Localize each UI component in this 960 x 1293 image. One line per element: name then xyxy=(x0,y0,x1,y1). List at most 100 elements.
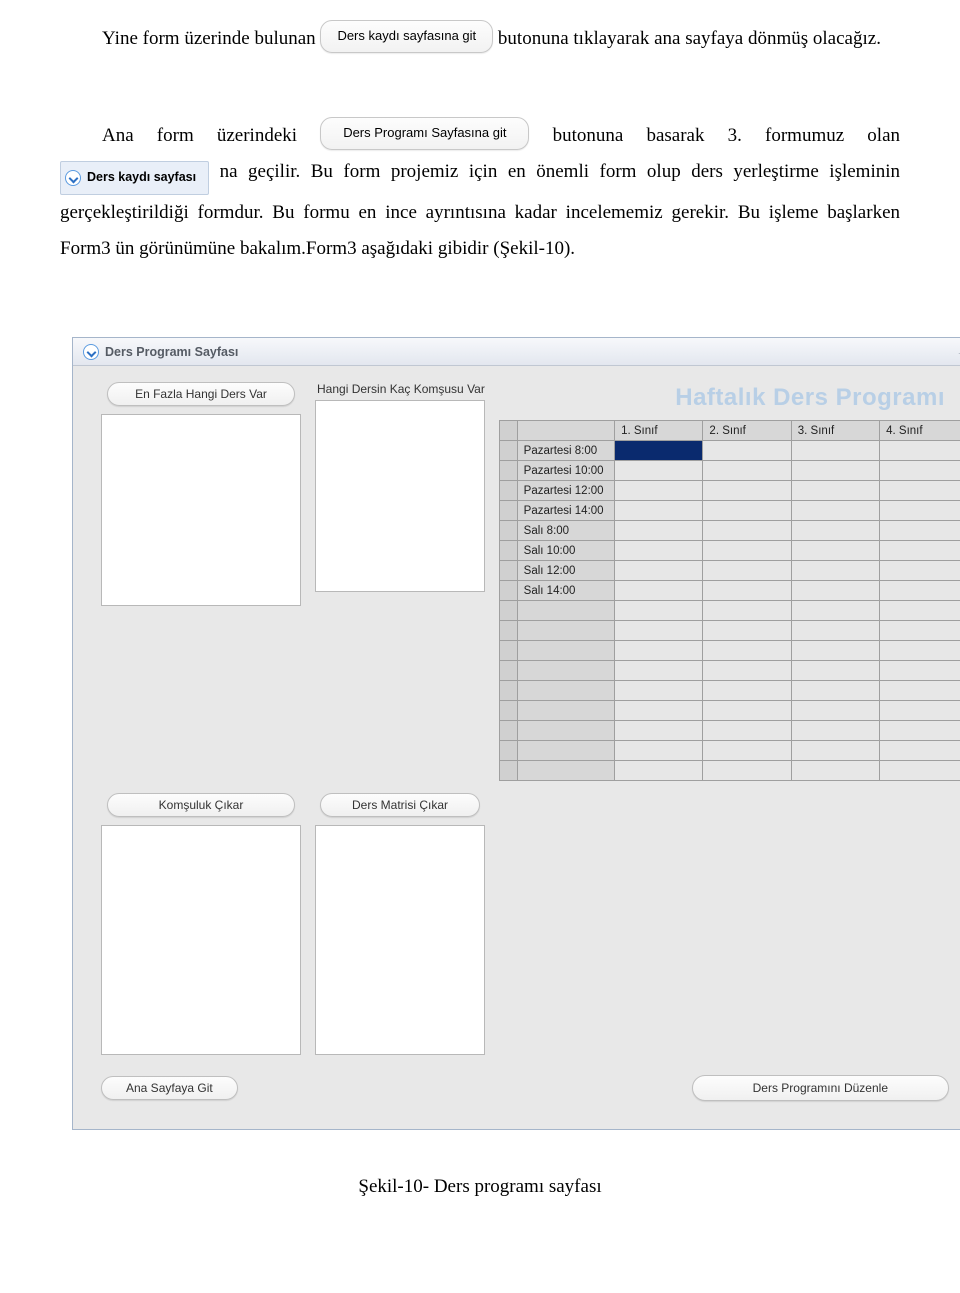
grid-cell[interactable] xyxy=(791,761,879,781)
page-icon xyxy=(65,170,81,186)
grid-cell[interactable] xyxy=(615,541,703,561)
grid-cell[interactable] xyxy=(791,681,879,701)
grid-cell[interactable] xyxy=(791,741,879,761)
grid-cell[interactable] xyxy=(615,601,703,621)
grid-cell[interactable] xyxy=(791,561,879,581)
grid-cell[interactable] xyxy=(791,541,879,561)
grid-row-header: Pazartesi 14:00 xyxy=(517,501,614,521)
grid-row-header xyxy=(517,761,614,781)
p2-before: Ana form üzerindeki xyxy=(102,125,320,146)
grid-cell[interactable] xyxy=(880,521,960,541)
titlebar: Ders Programı Sayfası — ☐ ✕ xyxy=(73,338,960,366)
grid-cell[interactable] xyxy=(880,641,960,661)
grid-cell[interactable] xyxy=(615,661,703,681)
grid-cell[interactable] xyxy=(703,581,791,601)
grid-cell[interactable] xyxy=(791,441,879,461)
app-icon xyxy=(83,344,99,360)
grid-cell[interactable] xyxy=(615,441,703,461)
grid-row-header: Salı 10:00 xyxy=(517,541,614,561)
grid-cell[interactable] xyxy=(880,541,960,561)
grid-cell[interactable] xyxy=(880,761,960,781)
grid-cell[interactable] xyxy=(791,701,879,721)
listbox-2[interactable] xyxy=(315,400,485,592)
ders-matrisi-cikar-button[interactable]: Ders Matrisi Çıkar xyxy=(320,793,480,817)
grid-row-header xyxy=(517,601,614,621)
grid-cell[interactable] xyxy=(791,581,879,601)
en-fazla-hangi-ders-var-button[interactable]: En Fazla Hangi Ders Var xyxy=(107,382,295,406)
grid-cell[interactable] xyxy=(703,681,791,701)
grid-cell[interactable] xyxy=(880,681,960,701)
ders-kaydi-sayfasi-tab[interactable]: Ders kaydı sayfası xyxy=(60,161,209,195)
grid-cell[interactable] xyxy=(791,721,879,741)
grid-cell[interactable] xyxy=(703,561,791,581)
grid-cell[interactable] xyxy=(880,461,960,481)
grid-cell[interactable] xyxy=(880,441,960,461)
ders-kaydi-sayfasina-git-button[interactable]: Ders kaydı sayfasına git xyxy=(320,20,493,53)
listbox-3[interactable] xyxy=(101,825,301,1055)
ana-sayfaya-git-button[interactable]: Ana Sayfaya Git xyxy=(101,1076,238,1100)
grid-row-header xyxy=(517,721,614,741)
grid-cell[interactable] xyxy=(791,501,879,521)
grid-cell[interactable] xyxy=(703,661,791,681)
grid-cell[interactable] xyxy=(791,661,879,681)
p1-before: Yine form üzerinde bulunan xyxy=(102,28,320,49)
listbox-1[interactable] xyxy=(101,414,301,606)
grid-cell[interactable] xyxy=(703,741,791,761)
grid-column-header: 1. Sınıf xyxy=(615,421,703,441)
grid-cell[interactable] xyxy=(791,521,879,541)
grid-cell[interactable] xyxy=(615,701,703,721)
grid-cell[interactable] xyxy=(615,581,703,601)
grid-cell[interactable] xyxy=(791,601,879,621)
grid-cell[interactable] xyxy=(703,761,791,781)
grid-cell[interactable] xyxy=(615,621,703,641)
grid-row-header xyxy=(517,681,614,701)
grid-cell[interactable] xyxy=(880,481,960,501)
ders-programini-duzenle-button[interactable]: Ders Programını Düzenle xyxy=(692,1075,949,1101)
grid-cell[interactable] xyxy=(703,721,791,741)
grid-row-header: Pazartesi 12:00 xyxy=(517,481,614,501)
grid-cell[interactable] xyxy=(880,601,960,621)
grid-cell[interactable] xyxy=(880,621,960,641)
grid-cell[interactable] xyxy=(880,561,960,581)
grid-cell[interactable] xyxy=(615,681,703,701)
grid-cell[interactable] xyxy=(615,461,703,481)
grid-cell[interactable] xyxy=(791,461,879,481)
grid-cell[interactable] xyxy=(791,641,879,661)
grid-cell[interactable] xyxy=(703,521,791,541)
komsuluk-cikar-button[interactable]: Komşuluk Çıkar xyxy=(107,793,295,817)
hangi-dersin-komsu-label: Hangi Dersin Kaç Komşusu Var xyxy=(317,382,485,396)
ders-programi-sayfasina-git-button[interactable]: Ders Programı Sayfasına git xyxy=(320,117,529,150)
grid-cell[interactable] xyxy=(703,481,791,501)
grid-cell[interactable] xyxy=(703,601,791,621)
grid-cell[interactable] xyxy=(880,661,960,681)
grid-cell[interactable] xyxy=(703,541,791,561)
grid-cell[interactable] xyxy=(880,701,960,721)
p2-after: butonuna basarak 3. formumuz olan xyxy=(553,125,900,146)
grid-cell[interactable] xyxy=(615,561,703,581)
grid-cell[interactable] xyxy=(791,481,879,501)
grid-row-header: Pazartesi 8:00 xyxy=(517,441,614,461)
grid-cell[interactable] xyxy=(615,761,703,781)
grid-cell[interactable] xyxy=(703,501,791,521)
tab-label: Ders kaydı sayfası xyxy=(87,170,196,184)
grid-cell[interactable] xyxy=(880,501,960,521)
grid-cell[interactable] xyxy=(703,461,791,481)
grid-cell[interactable] xyxy=(880,581,960,601)
grid-cell[interactable] xyxy=(703,621,791,641)
schedule-grid[interactable]: 1. Sınıf2. Sınıf3. Sınıf4. SınıfPazartes… xyxy=(499,420,960,781)
grid-cell[interactable] xyxy=(880,741,960,761)
grid-cell[interactable] xyxy=(615,501,703,521)
grid-cell[interactable] xyxy=(615,521,703,541)
grid-cell[interactable] xyxy=(880,721,960,741)
grid-cell[interactable] xyxy=(615,481,703,501)
listbox-4[interactable] xyxy=(315,825,485,1055)
grid-cell[interactable] xyxy=(615,741,703,761)
p1-after: butonuna tıklayarak ana sayfaya dönmüş o… xyxy=(498,28,881,49)
grid-cell[interactable] xyxy=(703,701,791,721)
grid-cell[interactable] xyxy=(615,721,703,741)
grid-cell[interactable] xyxy=(791,621,879,641)
grid-cell[interactable] xyxy=(703,441,791,461)
headline: Haftalık Ders Programı xyxy=(499,384,945,412)
grid-cell[interactable] xyxy=(615,641,703,661)
grid-cell[interactable] xyxy=(703,641,791,661)
